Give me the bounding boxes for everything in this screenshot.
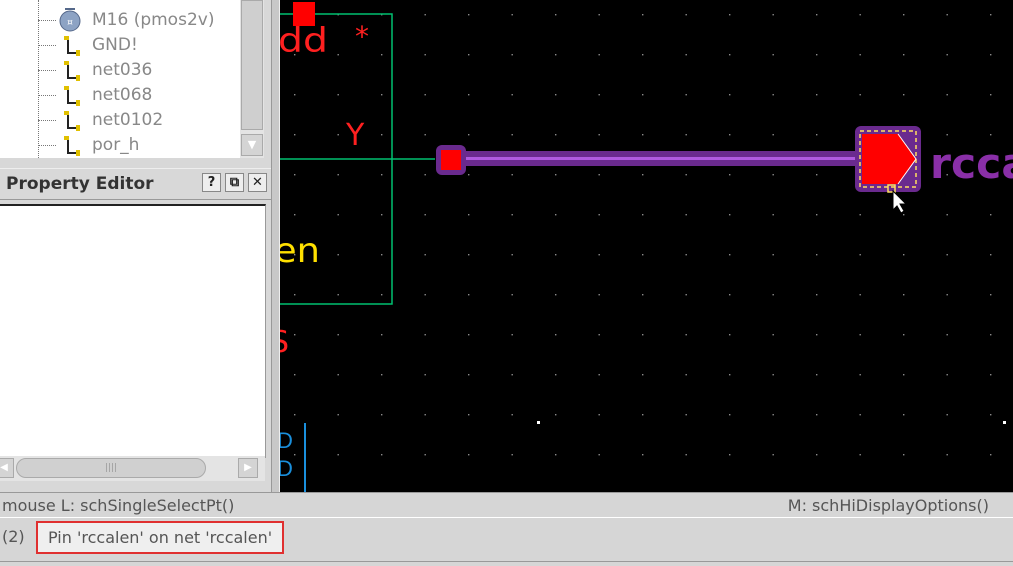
wire-start-pin-fill — [441, 150, 461, 170]
instance-label-s: S — [280, 325, 289, 360]
tree-item-label: net036 — [92, 60, 153, 80]
instance-pin-label-y: Y — [345, 118, 365, 153]
property-editor-horizontal-scrollbar[interactable]: ◀ |||| ▶ — [0, 456, 265, 481]
tree-connector — [38, 45, 56, 46]
mouse-middle-binding: M: schHiDisplayOptions() — [787, 496, 989, 515]
instance-label-vdd: dd — [280, 21, 328, 61]
panel-splitter[interactable] — [271, 0, 280, 492]
pin-name-label-rccalen: rcca — [930, 139, 1013, 188]
schematic-drawing[interactable]: D D dd * Y en S rcca — [280, 0, 1013, 492]
grid-dots — [280, 0, 1013, 492]
tree-item-label: GND! — [92, 35, 138, 55]
tree-item-m16[interactable]: ¤ M16 (pmos2v) — [0, 4, 240, 33]
help-button[interactable]: ? — [202, 173, 221, 192]
net-icon — [58, 83, 82, 107]
grid-dot-major — [537, 421, 540, 424]
net-icon — [58, 58, 82, 82]
mouse-binding-status-bar: mouse L: schSingleSelectPt() M: schHiDis… — [0, 492, 1013, 518]
schematic-canvas[interactable]: D D dd * Y en S rcca — [280, 0, 1013, 492]
divider — [0, 561, 1013, 562]
net-icon — [58, 33, 82, 57]
grid-dot-major — [1003, 421, 1006, 424]
scroll-right-arrow-icon[interactable]: ▶ — [238, 458, 258, 478]
property-editor-body[interactable] — [0, 204, 266, 458]
transistor-icon: ¤ — [58, 4, 82, 32]
tree-item-por-h[interactable]: por_h — [0, 133, 240, 158]
tree-connector — [38, 95, 56, 96]
scroll-left-arrow-icon[interactable]: ◀ — [0, 458, 14, 478]
prompt-command-count: (2) — [2, 527, 25, 546]
tree-item-label: M16 (pmos2v) — [92, 10, 215, 30]
tree-item-net036[interactable]: net036 — [0, 58, 240, 83]
tree-vertical-scrollbar[interactable]: ▼ — [240, 0, 264, 158]
blue-label-partial: D — [280, 428, 293, 453]
tree-connector — [38, 70, 56, 71]
property-editor-header: Property Editor ? ⧉ ✕ — [0, 168, 271, 200]
tree-connector — [38, 145, 56, 146]
left-panel: ¤ M16 (pmos2v) GND! net036 net068 net010… — [0, 0, 271, 492]
net-icon — [58, 108, 82, 132]
mouse-left-binding: mouse L: schSingleSelectPt() — [2, 496, 235, 515]
prompt-bar: (2) Pin 'rccalen' on net 'rccalen' — [0, 517, 1013, 566]
instance-pin-label-en: en — [280, 231, 320, 271]
tree-item-label: net068 — [92, 85, 153, 105]
tree-item-label: por_h — [92, 135, 140, 155]
tree-scroll-thumb[interactable] — [241, 0, 263, 130]
net-icon — [58, 133, 82, 157]
svg-text:¤: ¤ — [67, 18, 73, 28]
instance-label-asterisk: * — [355, 20, 369, 53]
float-button[interactable]: ⧉ — [225, 173, 244, 192]
tree-connector — [38, 120, 56, 121]
tree-item-net068[interactable]: net068 — [0, 83, 240, 108]
tree-item-label: net0102 — [92, 110, 164, 130]
tree-item-net0102[interactable]: net0102 — [0, 108, 240, 133]
navigator-tree: ¤ M16 (pmos2v) GND! net036 net068 net010… — [0, 0, 240, 158]
property-editor-title: Property Editor — [6, 174, 154, 194]
close-button[interactable]: ✕ — [248, 173, 267, 192]
tree-connector — [38, 20, 56, 21]
tree-item-gnd[interactable]: GND! — [0, 33, 240, 58]
scroll-down-arrow-icon[interactable]: ▼ — [241, 134, 263, 156]
property-editor-scroll-thumb[interactable]: |||| — [16, 458, 206, 478]
selection-info-message: Pin 'rccalen' on net 'rccalen' — [36, 521, 285, 554]
blue-label-partial: D — [280, 456, 293, 481]
